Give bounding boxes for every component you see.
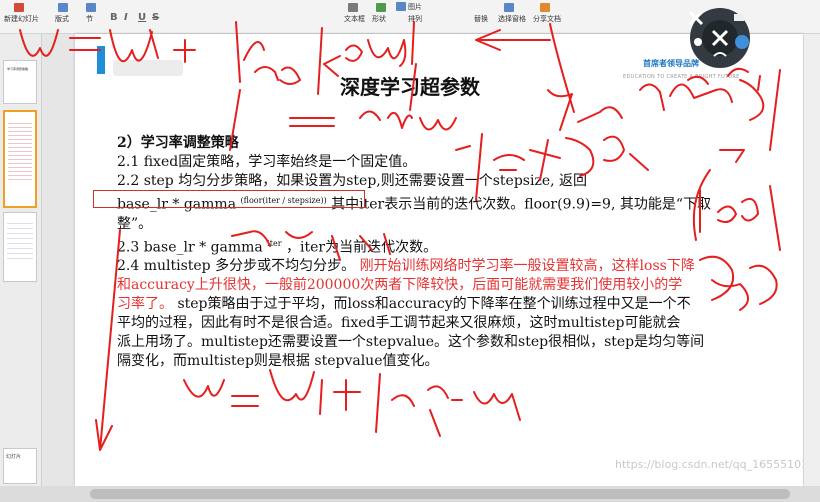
slide-thumbnail-pane: 学习率调整策略 幻灯片 [0, 34, 42, 486]
thumbnail-lines [8, 120, 32, 180]
next-page-icon[interactable] [735, 35, 749, 49]
body-line: 隔变化，而multistep则是根据 stepvalue值变化。 [117, 353, 439, 370]
highlighted-text: 刚开始训练网络时学习率一般设置较高，这样loss下降 [359, 258, 695, 275]
presentation-window: 新建幻灯片 版式 节 B I U S 文本框 形状 图片 排列 替换 选择窗格 … [0, 0, 820, 502]
logo-placeholder [113, 60, 183, 76]
body-line: 2.3 base_lr * gamma iter ，iter为当前迭代次数。 [117, 234, 745, 258]
shape-button[interactable]: 形状 [372, 14, 386, 24]
italic-button[interactable]: I [124, 12, 128, 23]
slide-body-text[interactable]: 2）学习率调整策略 2.1 fixed固定策略，学习率始终是一个固定值。 2.2… [93, 134, 745, 371]
accent-bar [97, 46, 105, 74]
strike-button[interactable]: S [152, 12, 159, 23]
thumbnail-text: 学习率调整策略 [7, 67, 29, 71]
underline-button[interactable]: U [138, 12, 146, 23]
highlighted-text: 和accuracy上升很快，一般前200000次两者下降较快，后面可能就需要我们… [117, 277, 683, 294]
body-line: 平均的过程，因此有时不是很合适。fixed手工调节起来又很麻烦，这时multis… [117, 315, 681, 332]
share-icon[interactable] [540, 3, 550, 12]
layout-icon[interactable] [58, 3, 68, 12]
new-slide-icon[interactable] [14, 3, 24, 12]
body-line: 2.2 step 均匀分步策略，如果设置为step,则还需要设置一个stepsi… [117, 173, 588, 189]
body-line: 习率了。 step策略由于过于平均，而loss和accuracy的下降率在整个训… [117, 295, 745, 314]
body-line: base_lr * gamma (floor(iter / stepsize))… [93, 190, 745, 215]
highlighted-text: 习率了。 [117, 296, 173, 313]
body-line: 整”。 [117, 215, 153, 232]
thumbnail-caption: 幻灯片 [6, 454, 22, 460]
new-slide-button[interactable]: 新建幻灯片 [4, 14, 39, 24]
slide-canvas[interactable]: 深度学习超参数 首席者领导品牌 EDUCATION TO CREATE A BR… [75, 34, 803, 486]
pen-tool-palette[interactable] [680, 2, 760, 82]
body-text: 其中iter表示当前的迭代次数。floor(9.9)=9, 其功能是“下取 [331, 196, 712, 213]
slide-title[interactable]: 深度学习超参数 [340, 71, 480, 100]
section-heading: 2）学习率调整策略 [117, 135, 239, 151]
vertical-scrollbar[interactable] [804, 34, 820, 486]
section-button[interactable]: 节 [86, 14, 93, 24]
section-icon[interactable] [86, 3, 96, 12]
horizontal-scrollbar[interactable] [0, 486, 820, 502]
scrollbar-thumb[interactable] [90, 489, 790, 499]
picture-button[interactable]: 图片 [408, 2, 422, 12]
body-line: 2.4 multistep 多分步或不均匀分步。 刚开始训练网络时学习率一般设置… [117, 257, 745, 276]
selection-pane-icon[interactable] [504, 3, 514, 12]
share-button[interactable]: 分享文档 [533, 14, 561, 24]
body-line: 2.1 fixed固定策略，学习率始终是一个固定值。 [117, 154, 417, 170]
selection-pane-button[interactable]: 选择窗格 [498, 14, 526, 24]
slide-thumbnail[interactable]: 学习率调整策略 [3, 60, 37, 104]
textbox-button[interactable]: 文本框 [344, 14, 365, 24]
watermark: https://blog.csdn.net/qq_16555103 [615, 458, 803, 471]
bold-button[interactable]: B [110, 12, 118, 23]
slide-thumbnail-selected[interactable] [3, 110, 37, 208]
slide-thumbnail[interactable]: 幻灯片 [3, 448, 37, 484]
screen-icon[interactable] [734, 14, 744, 21]
replace-button[interactable]: 替换 [474, 14, 488, 24]
previous-page-icon[interactable] [694, 38, 702, 46]
thumbnail-lines [7, 219, 33, 259]
formula-exponent: iter [267, 238, 282, 248]
arrange-button[interactable]: 排列 [408, 14, 422, 24]
picture-icon[interactable] [396, 2, 406, 11]
formula-text: 2.3 base_lr * gamma [117, 239, 263, 256]
body-text: step策略由于过于平均，而loss和accuracy的下降率在整个训练过程中又… [177, 296, 691, 313]
textbox-icon[interactable] [348, 3, 358, 12]
layout-button[interactable]: 版式 [55, 14, 69, 24]
body-text: ，iter为当前迭代次数。 [286, 239, 438, 256]
shape-icon[interactable] [376, 3, 386, 12]
slide-thumbnail[interactable] [3, 212, 37, 282]
body-line: 派上用场了。multistep还需要设置一个stepvalue。这个参数和ste… [117, 334, 705, 351]
body-text: 2.4 multistep 多分步或不均匀分步。 [117, 258, 356, 275]
highlight-box [93, 190, 365, 208]
